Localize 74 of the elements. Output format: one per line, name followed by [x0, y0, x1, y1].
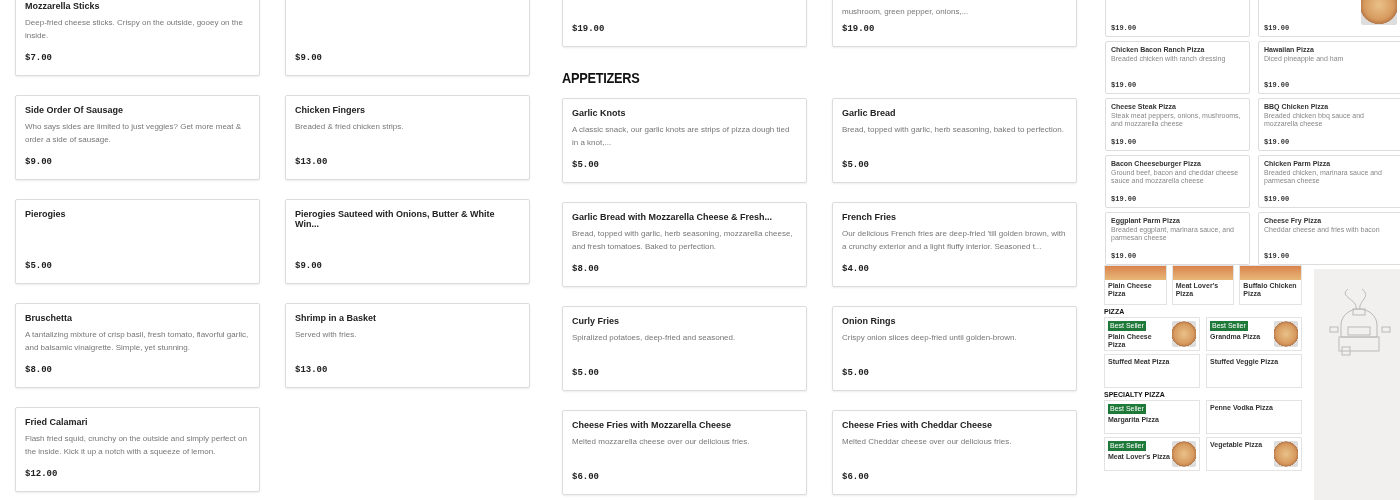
- item-price: $13.00: [295, 157, 329, 167]
- item-name: Curly Fries: [572, 316, 621, 326]
- item-price: $6.00: [842, 472, 870, 482]
- item-name: Fried Calamari: [25, 417, 89, 427]
- item-name: Pierogies: [25, 209, 67, 219]
- item-price: $5.00: [572, 368, 600, 378]
- menu-item-card[interactable]: Curly Fries Spiralized potatoes, deep-fried and seasoned. $5.00: [562, 306, 807, 391]
- item-name: French Fries: [842, 212, 898, 222]
- item-price: $5.00: [572, 160, 600, 170]
- item-description: Melted mozzarella cheese over our delicious fries.: [572, 436, 751, 448]
- item-description: Deep-fried cheese sticks. Crispy on the outside, gooey on the inside.: [25, 17, 244, 42]
- menu-item-card[interactable]: Fried Calamari Flash fried squid, crunchy on the outside and simply perfect on the inside. Kick it up a notch with a squeeze of lemon. $12.00: [15, 407, 260, 492]
- item-description: Served with fries.: [295, 329, 358, 341]
- item-name: Mozzarella Sticks: [25, 1, 101, 11]
- menu-item-card[interactable]: Bruschetta A tantalizing mixture of crisp basil, fresh tomato, flavorful garlic, and balsamic vinaigrette. Simple, yet stunning. $8.00: [15, 303, 260, 388]
- item-name: Side Order Of Sausage: [25, 105, 125, 115]
- item-price: $9.00: [295, 53, 323, 63]
- menu-item-card[interactable]: mushroom, green pepper, onions,... $19.00: [832, 0, 1077, 47]
- item-price: $5.00: [25, 261, 53, 271]
- menu-item-card[interactable]: French Fries Our delicious French fries are deep-fried 'till golden brown, with a crunchy exterior and a light fluffy interior. Seasoned t... $4.00: [832, 202, 1077, 287]
- menu-item-card[interactable]: Onion Rings Crispy onion slices deep-fried until golden-brown. $5.00: [832, 306, 1077, 391]
- menu-item-card[interactable]: Cheese Fries with Mozzarella Cheese Melted mozzarella cheese over our delicious fries. $6.00: [562, 410, 807, 495]
- item-description: A classic snack, our garlic knots are strips of pizza dough tied in a knot,...: [572, 124, 791, 149]
- item-name: Chicken Fingers: [295, 105, 367, 115]
- item-description: Melted Cheddar cheese over our delicious fries.: [842, 436, 1013, 448]
- photo-placeholder: [1105, 266, 1166, 280]
- item-price: $9.00: [295, 261, 323, 271]
- item-description: A tantalizing mixture of crisp basil, fresh tomato, flavorful garlic, and balsamic vinaigrette. Simple, yet stunning.: [25, 329, 250, 354]
- menu-item-card[interactable]: Garlic Bread Bread, topped with garlic, herb seasoning, baked to perfection. $5.00: [832, 98, 1077, 183]
- section-heading: APPETIZERS: [562, 69, 641, 86]
- item-name: Garlic Knots: [572, 108, 627, 118]
- item-price: $19.00: [572, 24, 606, 34]
- item-price: $4.00: [842, 264, 870, 274]
- item-name: Shrimp in a Basket: [295, 313, 378, 323]
- item-description: Crispy onion slices deep-fried until golden-brown.: [842, 332, 1018, 344]
- item-price: $8.00: [25, 365, 53, 375]
- menu-item-card[interactable]: $9.00: [285, 0, 530, 76]
- item-description: Flash fried squid, crunchy on the outside and simply perfect on the inside. Kick it up a notch with a squeeze of lemon.: [25, 433, 248, 458]
- menu-item-card[interactable]: Shrimp in a Basket Served with fries. $13.00: [285, 303, 530, 388]
- item-price: $12.00: [25, 469, 59, 479]
- item-price: $5.00: [842, 160, 870, 170]
- item-name: Pierogies Sauteed with Onions, Butter & White Win...: [295, 209, 496, 229]
- photo-placeholder: [1172, 266, 1234, 280]
- menu-item-card[interactable]: Garlic Bread with Mozzarella Cheese & Fresh... Bread, topped with garlic, herb seasoning, mozzarella cheese, and fresh tomatoes. Baked to perfection. $8.00: [562, 202, 807, 287]
- item-name: Garlic Bread: [842, 108, 897, 118]
- item-price: $5.00: [842, 368, 870, 378]
- menu-item-card[interactable]: Side Order Of Sausage Who says sides are limited to just veggies? Get more meat & order a side of sausage. $9.00: [15, 95, 260, 180]
- item-description: Bread, topped with garlic, herb seasoning, baked to perfection.: [842, 124, 1065, 136]
- item-price: $6.00: [572, 472, 600, 482]
- item-description: Our delicious French fries are deep-fried 'till golden brown, with a crunchy exterior and a light fluffy interior. Seasoned t...: [842, 228, 1067, 253]
- menu-item-card[interactable]: Garlic Knots A classic snack, our garlic knots are strips of pizza dough tied in a knot,... $5.00: [562, 98, 807, 183]
- item-name: Cheese Fries with Cheddar Cheese: [842, 420, 994, 430]
- item-description: Bread, topped with garlic, herb seasoning, mozzarella cheese, and fresh tomatoes. Baked to perfection.: [572, 228, 794, 253]
- item-price: $8.00: [572, 264, 600, 274]
- item-name: Cheese Fries with Mozzarella Cheese: [572, 420, 733, 430]
- item-name: Garlic Bread with Mozzarella Cheese & Fresh...: [572, 212, 774, 222]
- item-price: $7.00: [25, 53, 53, 63]
- item-description: Who says sides are limited to just veggies? Get more meat & order a side of sausage.: [25, 121, 243, 146]
- item-description: mushroom, green pepper, onions,...: [842, 6, 970, 18]
- menu-item-card[interactable]: Pierogies Sauteed with Onions, Butter & White Win... $9.00: [285, 199, 530, 284]
- item-price: $13.00: [295, 365, 329, 375]
- menu-item-card[interactable]: Pierogies $5.00: [15, 199, 260, 284]
- menu-item-card[interactable]: $19.00: [562, 0, 807, 47]
- pizza-oven-drawing: [1327, 287, 1394, 357]
- item-name: Onion Rings: [842, 316, 897, 326]
- item-name: Bruschetta: [25, 313, 73, 323]
- item-price: $19.00: [842, 24, 876, 34]
- menu-item-card[interactable]: Mozzarella Sticks Deep-fried cheese sticks. Crispy on the outside, gooey on the inside. $7.00: [15, 0, 260, 76]
- item-price: $9.00: [25, 157, 53, 167]
- menu-item-card[interactable]: Chicken Fingers Breaded & fried chicken strips. $13.00: [285, 95, 530, 180]
- item-description: Spiralized potatoes, deep-fried and seasoned.: [572, 332, 737, 344]
- photo-placeholder: [1240, 266, 1301, 280]
- item-description: Breaded & fried chicken strips.: [295, 121, 405, 133]
- menu-item-card[interactable]: Cheese Fries with Cheddar Cheese Melted Cheddar cheese over our delicious fries. $6.00: [832, 410, 1077, 495]
